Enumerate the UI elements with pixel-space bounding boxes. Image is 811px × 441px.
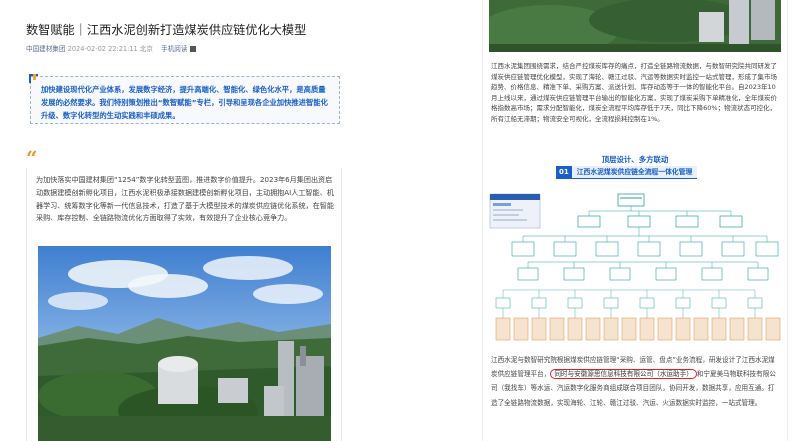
article-title: 数智赋能｜江西水泥创新打造煤炭供应链优化大模型 [26,23,307,37]
mobile-read-link[interactable]: 手机阅读 [161,45,187,53]
callout-orange-mark [33,74,36,80]
diagram-title: 江西水泥煤炭供应链全流程一体化管理 [571,166,698,179]
qr-code-icon[interactable] [190,46,197,52]
highlighted-partner-text: 同时与安徽源思信息科技有限公司（水运助手） [550,369,697,380]
quote-icon: “ [26,146,38,170]
plant-aerial-photo [489,0,781,52]
article-source-link[interactable]: 中国建材集团 [26,45,66,53]
callout-text: 加快建设现代化产业体系，发展数字经济，提升高端化、智能化、绿色化水平，是高质量发… [41,85,328,120]
diagram-number-badge: 01 [556,166,572,179]
right-paragraph-1: 江西水泥集团围绕需求，结合严控煤炭库存的痛点，打造全链路物流数据，与数智研究院共… [491,62,777,123]
right-paragraph-2: 江西水泥与数智研究院根据煤炭供应链管理“采购、运管、盘点”业务流程，研发设计了江… [491,353,781,410]
article-meta: 中国建材集团 2024-02-02 22:21:11 北京 手机阅读 [26,43,197,53]
diagram-heading: 顶层设计、多方联动 [601,155,669,164]
intro-callout-box: 加快建设现代化产业体系，发展数字经济，提升高端化、智能化、绿色化水平，是高质量发… [29,74,340,124]
supply-chain-flow-diagram [488,186,782,346]
body-paragraph-1: 为加快落实中国建材集团“1254”数字化转型蓝图，推进数字价值提升。2023年6… [36,175,334,223]
article-datetime: 2024-02-02 22:21:11 北京 [67,45,153,53]
diagram-title-bar: 01 江西水泥煤炭供应链全流程一体化管理 [556,166,698,179]
cement-plant-photo [38,246,331,441]
